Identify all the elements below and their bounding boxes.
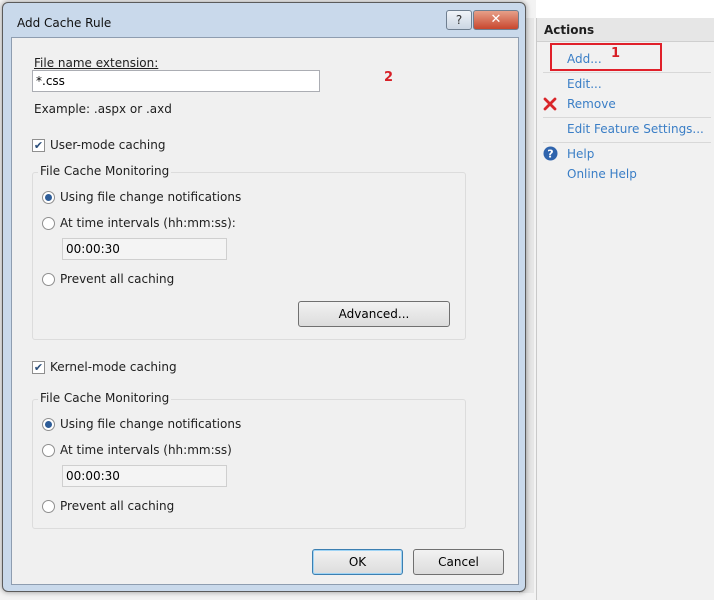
ok-button[interactable]: OK: [312, 549, 403, 575]
svg-text:?: ?: [547, 148, 553, 161]
cancel-button[interactable]: Cancel: [413, 549, 504, 575]
kernel-notifications-radio[interactable]: [42, 418, 55, 431]
action-remove[interactable]: Remove: [567, 97, 616, 111]
user-prevent-radio[interactable]: [42, 273, 55, 286]
kernel-intervals-label[interactable]: At time intervals (hh:mm:ss): [60, 443, 232, 457]
actions-pane: Actions Add... Edit... Remove Edit Featu…: [536, 18, 714, 600]
kernel-prevent-radio[interactable]: [42, 500, 55, 513]
dialog-titlebar[interactable]: Add Cache Rule ? ✕: [3, 3, 525, 33]
remove-icon: [543, 97, 557, 111]
kernel-mode-label[interactable]: Kernel-mode caching: [50, 360, 177, 374]
kernel-intervals-radio[interactable]: [42, 444, 55, 457]
user-mode-group-title: File Cache Monitoring: [38, 164, 172, 178]
dialog-client-area: File name extension: *.css 2 Example: .a…: [11, 37, 519, 585]
kernel-prevent-label[interactable]: Prevent all caching: [60, 499, 174, 513]
extension-input[interactable]: *.css: [32, 70, 320, 92]
user-mode-label[interactable]: User-mode caching: [50, 138, 165, 152]
actions-header: Actions: [537, 18, 714, 42]
action-edit[interactable]: Edit...: [567, 77, 602, 91]
user-interval-input[interactable]: 00:00:30: [62, 238, 227, 260]
kernel-mode-group-title: File Cache Monitoring: [38, 391, 172, 405]
user-notifications-radio[interactable]: [42, 191, 55, 204]
separator: [543, 142, 711, 143]
annotation-highlight-box: [550, 43, 662, 71]
separator: [543, 117, 711, 118]
add-cache-rule-dialog: Add Cache Rule ? ✕ File name extension: …: [2, 2, 526, 592]
user-prevent-label[interactable]: Prevent all caching: [60, 272, 174, 286]
user-mode-checkbox[interactable]: ✔: [32, 139, 45, 152]
user-notifications-label[interactable]: Using file change notifications: [60, 190, 241, 204]
dialog-title: Add Cache Rule: [17, 16, 112, 30]
separator: [543, 72, 711, 73]
action-online-help[interactable]: Online Help: [567, 167, 637, 181]
annotation-number-1: 1: [611, 46, 621, 61]
kernel-interval-input[interactable]: 00:00:30: [62, 465, 227, 487]
action-edit-feature-settings[interactable]: Edit Feature Settings...: [567, 122, 704, 136]
user-intervals-radio[interactable]: [42, 217, 55, 230]
user-intervals-label[interactable]: At time intervals (hh:mm:ss):: [60, 216, 236, 230]
dialog-close-button[interactable]: ✕: [473, 10, 519, 30]
help-icon: ?: [543, 146, 558, 161]
kernel-notifications-label[interactable]: Using file change notifications: [60, 417, 241, 431]
extension-label: File name extension:: [34, 56, 159, 70]
dialog-help-button[interactable]: ?: [446, 10, 472, 30]
action-help[interactable]: Help: [567, 147, 594, 161]
example-text: Example: .aspx or .axd: [34, 102, 172, 116]
kernel-mode-checkbox[interactable]: ✔: [32, 361, 45, 374]
annotation-number-2: 2: [384, 70, 394, 85]
advanced-button[interactable]: Advanced...: [298, 301, 450, 327]
